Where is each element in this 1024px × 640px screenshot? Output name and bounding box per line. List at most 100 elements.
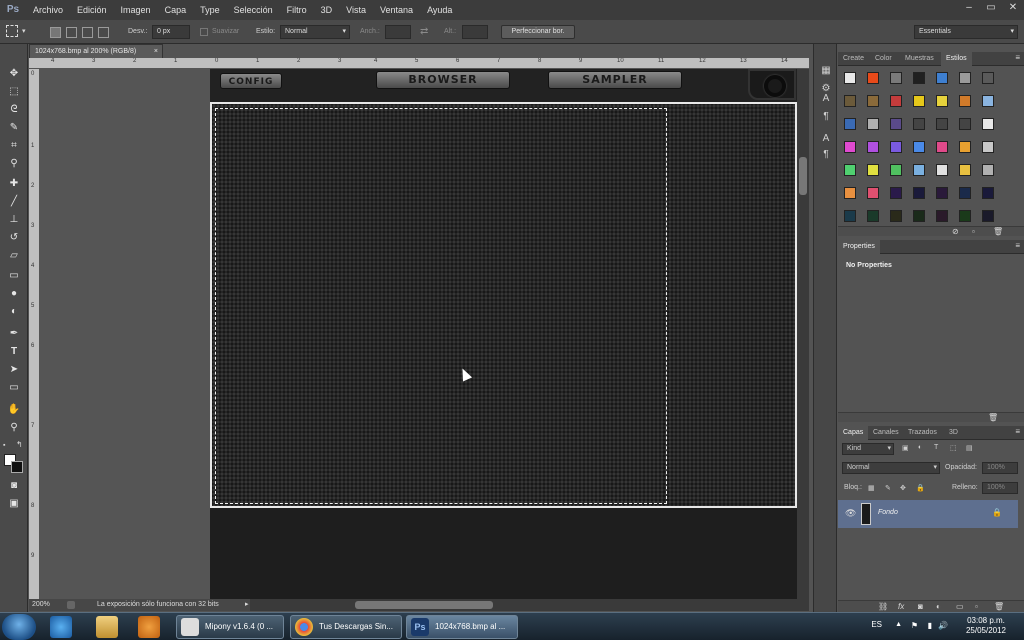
eyedropper-tool-icon[interactable]: ⚲: [6, 156, 22, 172]
trash-icon[interactable]: 🗑: [994, 602, 1004, 611]
style-swatch[interactable]: [936, 164, 948, 176]
tab-properties[interactable]: Properties: [838, 240, 880, 254]
character-icon[interactable]: A: [819, 92, 833, 106]
maximize-button[interactable]: ▭: [980, 0, 1002, 16]
rectangle-tool-icon[interactable]: ▭: [6, 380, 22, 396]
style-swatch[interactable]: [890, 141, 902, 153]
quick-mask-icon[interactable]: ◙: [6, 478, 22, 494]
tab-estilos[interactable]: Estilos: [941, 52, 972, 66]
style-swatch[interactable]: [844, 72, 856, 84]
style-swatch[interactable]: [890, 95, 902, 107]
new-layer-icon[interactable]: ▫: [975, 602, 978, 611]
document-tab[interactable]: 1024x768.bmp al 200% (RGB/8) ×: [29, 44, 163, 58]
paragraph-icon[interactable]: ¶: [819, 110, 833, 124]
layer-name[interactable]: Fondo: [878, 509, 898, 516]
blur-tool-icon[interactable]: ●: [6, 286, 22, 302]
start-button[interactable]: [2, 614, 36, 640]
close-icon[interactable]: ×: [154, 45, 158, 58]
feather-input[interactable]: 0 px: [152, 25, 190, 39]
filter-adjustment-icon[interactable]: ◐: [918, 444, 922, 451]
link-layers-icon[interactable]: ⛓: [878, 602, 888, 611]
style-swatch[interactable]: [936, 72, 948, 84]
style-swatch[interactable]: [844, 187, 856, 199]
chevron-down-icon[interactable]: ▾: [22, 27, 26, 35]
style-swatch[interactable]: [913, 210, 925, 222]
new-group-icon[interactable]: ▭: [956, 602, 964, 611]
menu-seleccion[interactable]: Selección: [227, 0, 280, 20]
history-brush-tool-icon[interactable]: ↺: [6, 230, 22, 246]
marquee-tool-icon[interactable]: [6, 25, 18, 37]
clear-style-icon[interactable]: ⊘: [952, 227, 959, 236]
style-swatch[interactable]: [982, 210, 994, 222]
workspace-select[interactable]: Essentials ▾: [914, 25, 1018, 39]
marquee-tool-icon[interactable]: ⬚: [6, 84, 22, 100]
hand-tool-icon[interactable]: ✋: [6, 402, 22, 418]
style-swatch[interactable]: [890, 210, 902, 222]
style-swatch[interactable]: [959, 95, 971, 107]
quick-selection-tool-icon[interactable]: ✎: [6, 120, 22, 136]
default-colors-icon[interactable]: ▪: [3, 442, 5, 449]
style-swatch[interactable]: [982, 95, 994, 107]
lock-pixels-icon[interactable]: ▦: [868, 484, 875, 492]
filter-smart-object-icon[interactable]: ▤: [966, 444, 973, 452]
crop-tool-icon[interactable]: ⌗: [6, 138, 22, 154]
style-select[interactable]: Normal ▾: [280, 25, 350, 39]
filter-pixel-icon[interactable]: ▣: [902, 444, 909, 452]
tab-trazados[interactable]: Trazados: [903, 426, 942, 440]
lock-paint-icon[interactable]: ✎: [885, 484, 891, 492]
vertical-scroll-thumb[interactable]: [799, 157, 807, 195]
new-style-icon[interactable]: ▫: [972, 227, 975, 236]
flag-icon[interactable]: ⚑: [911, 621, 918, 630]
menu-imagen[interactable]: Imagen: [114, 0, 158, 20]
media-player-icon[interactable]: [138, 616, 160, 638]
layer-row[interactable]: 👁 Fondo 🔒: [838, 500, 1018, 528]
style-swatch[interactable]: [959, 118, 971, 130]
style-swatch[interactable]: [867, 118, 879, 130]
style-swatch[interactable]: [867, 72, 879, 84]
refine-edge-button[interactable]: Perfeccionar bor.: [501, 25, 575, 39]
task-photoshop[interactable]: Ps 1024x768.bmp al ...: [406, 615, 518, 639]
panel-menu-icon[interactable]: ≡: [1015, 241, 1020, 250]
style-swatch[interactable]: [867, 95, 879, 107]
screen-mode-icon[interactable]: ▣: [6, 496, 22, 512]
menu-vista[interactable]: Vista: [339, 0, 373, 20]
filter-shape-icon[interactable]: ⬚: [950, 444, 957, 452]
tab-color[interactable]: Color: [870, 52, 897, 66]
zoom-tool-icon[interactable]: ⚲: [6, 420, 22, 436]
folder-icon[interactable]: [96, 616, 118, 638]
tab-create[interactable]: Create: [838, 52, 869, 66]
style-swatch[interactable]: [959, 210, 971, 222]
style-swatch[interactable]: [982, 72, 994, 84]
adjustment-layer-icon[interactable]: ◐: [936, 602, 941, 611]
intersect-selection-icon[interactable]: [98, 27, 109, 38]
menu-3d[interactable]: 3D: [314, 0, 340, 20]
panel-menu-icon[interactable]: ≡: [1015, 53, 1020, 62]
path-selection-tool-icon[interactable]: ➤: [6, 362, 22, 378]
blend-mode-select[interactable]: Normal ▾: [842, 462, 940, 474]
lock-all-icon[interactable]: 🔒: [916, 484, 925, 492]
eye-icon[interactable]: 👁: [845, 508, 856, 519]
fill-input[interactable]: 100%: [982, 482, 1018, 494]
style-swatch[interactable]: [936, 95, 948, 107]
style-swatch[interactable]: [936, 118, 948, 130]
style-swatch[interactable]: [936, 141, 948, 153]
smooth-checkbox[interactable]: [200, 28, 208, 36]
internet-explorer-icon[interactable]: [50, 616, 72, 638]
style-swatch[interactable]: [844, 164, 856, 176]
background-color-swatch[interactable]: [11, 461, 23, 473]
clone-stamp-tool-icon[interactable]: ⊥: [6, 212, 22, 228]
style-swatch[interactable]: [844, 95, 856, 107]
eraser-tool-icon[interactable]: ▱: [6, 248, 22, 264]
pen-tool-icon[interactable]: ✒: [6, 326, 22, 342]
trash-icon[interactable]: 🗑: [993, 227, 1003, 236]
swap-colors-icon[interactable]: ↰: [16, 440, 23, 449]
style-swatch[interactable]: [867, 141, 879, 153]
style-swatch[interactable]: [913, 72, 925, 84]
horizontal-scrollbar[interactable]: [250, 599, 809, 611]
style-swatch[interactable]: [844, 118, 856, 130]
add-mask-icon[interactable]: ◙: [918, 602, 923, 611]
volume-icon[interactable]: 🔊: [938, 621, 948, 630]
panel-menu-icon[interactable]: ≡: [1015, 427, 1020, 436]
menu-ventana[interactable]: Ventana: [373, 0, 420, 20]
selection-marquee[interactable]: [215, 108, 667, 504]
